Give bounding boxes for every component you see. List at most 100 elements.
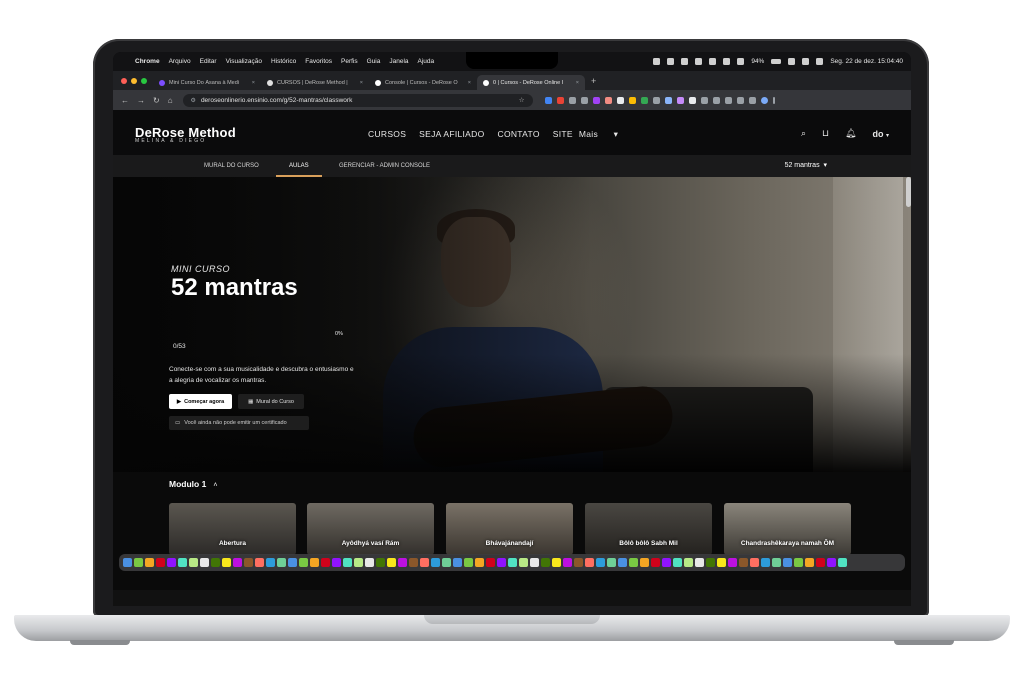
menu-chrome[interactable]: Chrome	[135, 58, 160, 65]
battery-icon[interactable]	[771, 59, 782, 64]
dock-app-icon[interactable]	[574, 558, 583, 567]
search-icon[interactable]	[802, 58, 810, 65]
close-window-button[interactable]	[121, 77, 127, 84]
lesson-card[interactable]: Abertura	[169, 503, 296, 555]
course-selector[interactable]: 52 mantras ▾	[785, 155, 827, 177]
browser-tab[interactable]: CURSOS | DeRose Method | ×	[261, 75, 369, 90]
menu-arquivo[interactable]: Arquivo	[169, 58, 191, 65]
dock-app-icon[interactable]	[145, 558, 154, 567]
extension-icon[interactable]	[544, 96, 552, 104]
dock-app-icon[interactable]	[816, 558, 825, 567]
bluetooth-icon[interactable]	[737, 58, 745, 65]
nav-seja-afiliado[interactable]: SEJA AFILIADO	[419, 129, 484, 140]
nav-contato[interactable]: CONTATO	[498, 129, 540, 140]
tab-gerenciar-admin-console[interactable]: GERENCIAR - ADMIN CONSOLE	[339, 155, 430, 177]
forward-arrow-icon[interactable]: →	[137, 96, 145, 105]
extension-icon[interactable]	[616, 96, 624, 104]
dock-app-icon[interactable]	[222, 558, 231, 567]
menu-kebab-icon[interactable]	[772, 96, 775, 104]
status-icon[interactable]	[653, 58, 661, 65]
close-tab-icon[interactable]: ×	[468, 80, 471, 86]
dock-app-icon[interactable]	[233, 558, 242, 567]
dock-app-icon[interactable]	[838, 558, 847, 567]
dock-app-icon[interactable]	[420, 558, 429, 567]
status-icon[interactable]	[681, 58, 689, 65]
home-icon[interactable]: ⌂	[168, 96, 173, 105]
dock-app-icon[interactable]	[431, 558, 440, 567]
dock-app-icon[interactable]	[827, 558, 836, 567]
dock-app-icon[interactable]	[750, 558, 759, 567]
start-course-button[interactable]: ▶ Começar agora	[169, 394, 232, 409]
dock-app-icon[interactable]	[706, 558, 715, 567]
dock-app-icon[interactable]	[167, 558, 176, 567]
dock-app-icon[interactable]	[508, 558, 517, 567]
dock-app-icon[interactable]	[189, 558, 198, 567]
extension-icon[interactable]	[592, 96, 600, 104]
new-tab-button[interactable]: +	[591, 76, 596, 86]
course-mural-button[interactable]: ▦ Mural do Curso	[238, 394, 304, 409]
browser-tab[interactable]: Console | Cursos - DeRose O ×	[369, 75, 477, 90]
menu-guia[interactable]: Guia	[367, 58, 381, 65]
dock-app-icon[interactable]	[123, 558, 132, 567]
dock-app-icon[interactable]	[519, 558, 528, 567]
menu-ajuda[interactable]: Ajuda	[418, 58, 435, 65]
extension-icon[interactable]	[640, 96, 648, 104]
menu-perfis[interactable]: Perfis	[341, 58, 358, 65]
dock-app-icon[interactable]	[376, 558, 385, 567]
status-icon[interactable]	[667, 58, 675, 65]
minimize-window-button[interactable]	[131, 77, 137, 84]
dock-app-icon[interactable]	[585, 558, 594, 567]
dock-app-icon[interactable]	[673, 558, 682, 567]
extension-icon[interactable]	[748, 96, 756, 104]
site-info-icon[interactable]: ⚙	[191, 97, 196, 104]
menu-favoritos[interactable]: Favoritos	[305, 58, 332, 65]
nav-cursos[interactable]: CURSOS	[368, 129, 406, 140]
dock-app-icon[interactable]	[343, 558, 352, 567]
battery-percent[interactable]: 94%	[751, 58, 764, 65]
dock-app-icon[interactable]	[783, 558, 792, 567]
tab-aulas[interactable]: AULAS	[276, 155, 322, 177]
dock-app-icon[interactable]	[761, 558, 770, 567]
extension-icon[interactable]	[580, 96, 588, 104]
close-tab-icon[interactable]: ×	[576, 80, 579, 86]
back-arrow-icon[interactable]: ←	[121, 96, 129, 105]
wifi-icon[interactable]	[788, 58, 796, 65]
dock-app-icon[interactable]	[772, 558, 781, 567]
search-icon[interactable]: ⌕	[801, 128, 806, 139]
dock-app-icon[interactable]	[464, 558, 473, 567]
lesson-card[interactable]: Chandrashêkaraya namah ÔM	[724, 503, 851, 555]
menu-editar[interactable]: Editar	[200, 58, 217, 65]
dock-app-icon[interactable]	[387, 558, 396, 567]
lesson-card[interactable]: Bôlô bôlô Sabh Mil	[585, 503, 712, 555]
dock-app-icon[interactable]	[629, 558, 638, 567]
dock-app-icon[interactable]	[409, 558, 418, 567]
reload-icon[interactable]: ↻	[153, 96, 160, 105]
menu-visualizacao[interactable]: Visualização	[226, 58, 262, 65]
dock-app-icon[interactable]	[277, 558, 286, 567]
extension-icon[interactable]	[568, 96, 576, 104]
dock-app-icon[interactable]	[607, 558, 616, 567]
dock-app-icon[interactable]	[563, 558, 572, 567]
user-avatar[interactable]: do ▾	[872, 129, 889, 139]
nav-mais[interactable]: Mais ▾	[579, 129, 631, 140]
dock-app-icon[interactable]	[453, 558, 462, 567]
dock-app-icon[interactable]	[398, 558, 407, 567]
menu-historico[interactable]: Histórico	[271, 58, 296, 65]
dock-app-icon[interactable]	[662, 558, 671, 567]
dock-app-icon[interactable]	[651, 558, 660, 567]
menu-janela[interactable]: Janela	[389, 58, 408, 65]
dock-app-icon[interactable]	[618, 558, 627, 567]
extension-icon[interactable]	[664, 96, 672, 104]
extension-icon[interactable]	[604, 96, 612, 104]
bookmark-star-icon[interactable]: ☆	[519, 96, 525, 104]
tab-mural-do-curso[interactable]: MURAL DO CURSO	[204, 155, 259, 177]
close-tab-icon[interactable]: ×	[360, 80, 363, 86]
nav-site[interactable]: SITE	[553, 129, 573, 140]
dock-app-icon[interactable]	[794, 558, 803, 567]
page-scrollbar[interactable]	[906, 177, 911, 207]
dock-app-icon[interactable]	[497, 558, 506, 567]
dock-app-icon[interactable]	[244, 558, 253, 567]
control-center-icon[interactable]	[816, 58, 824, 65]
lesson-card[interactable]: Bhávajánandají	[446, 503, 573, 555]
dock-app-icon[interactable]	[640, 558, 649, 567]
